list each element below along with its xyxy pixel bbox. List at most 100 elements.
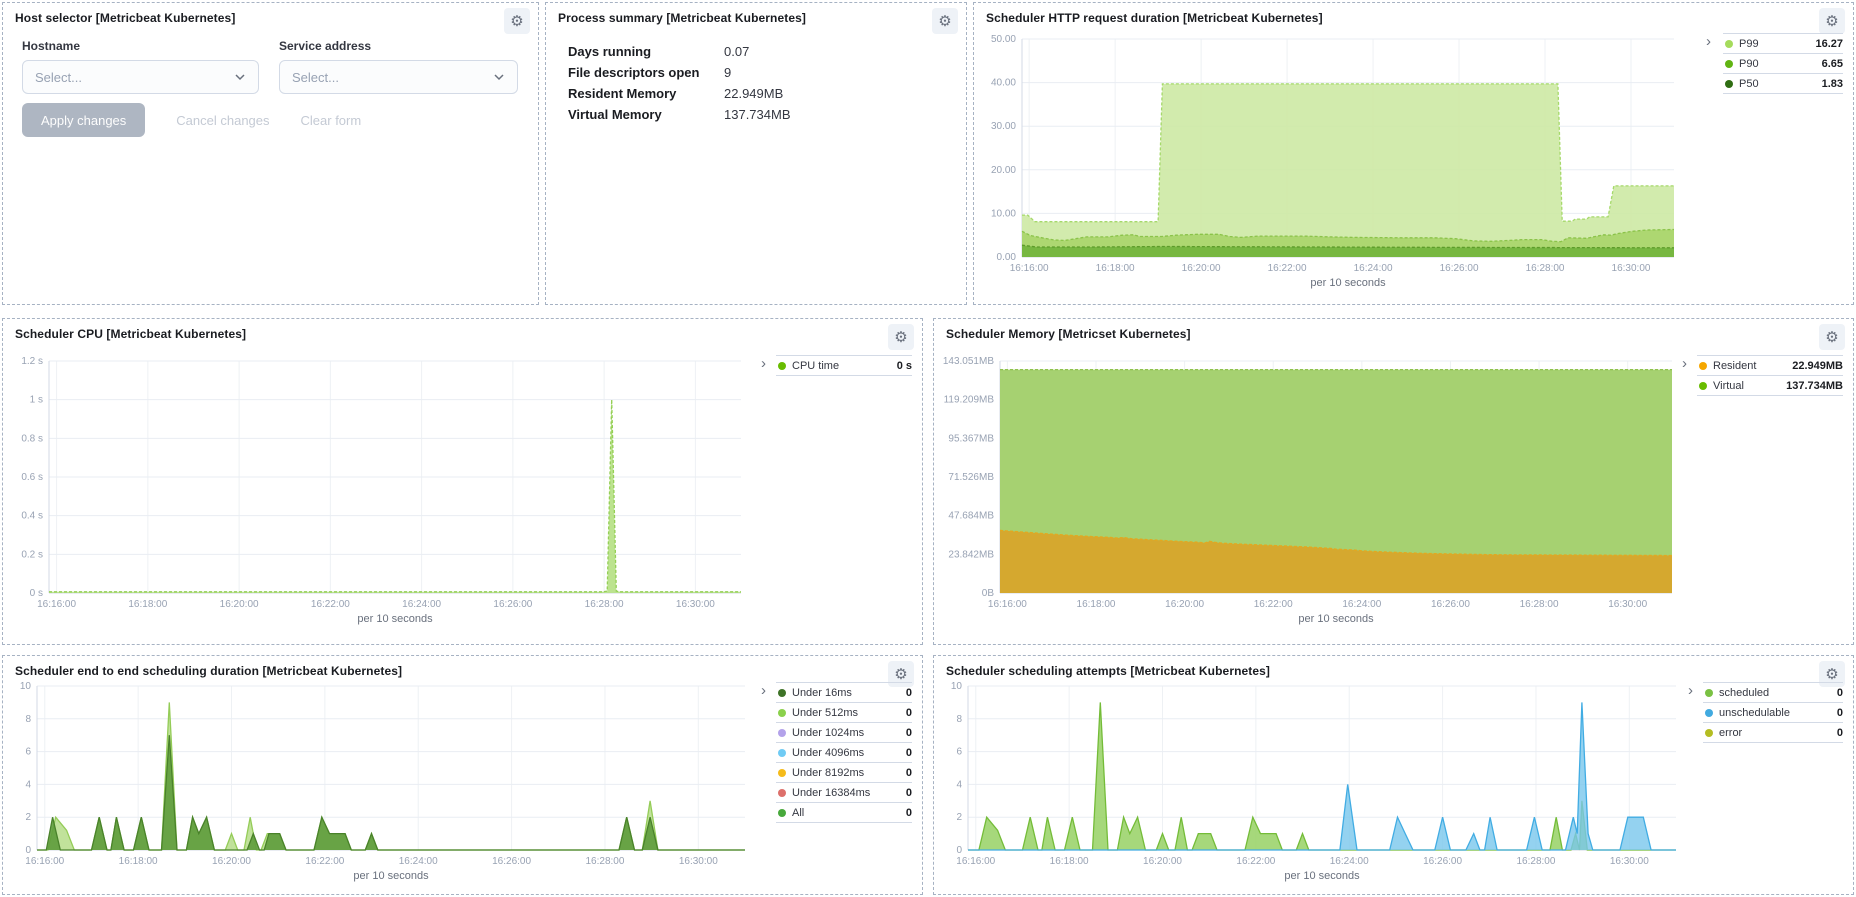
svg-text:16:16:00: 16:16:00 [25,856,64,867]
legend-label: error [1719,727,1831,739]
legend-collapse-chevron[interactable]: › [761,357,766,371]
hostname-select[interactable]: Select... [22,60,259,94]
legend-collapse-chevron[interactable]: › [761,684,766,698]
legend-row[interactable]: Under 512ms 0 [776,703,912,723]
legend-label: Under 16384ms [792,787,900,799]
svg-text:4: 4 [956,779,962,790]
service-address-label: Service address [279,39,518,53]
chart-legend: CPU time0 s [776,355,912,376]
chart-legend: P9916.27P906.65P501.83 [1723,33,1843,94]
legend-color-dot [778,749,786,757]
svg-text:16:24:00: 16:24:00 [1342,599,1381,610]
svg-text:0.4 s: 0.4 s [21,511,43,522]
chart-svg: 024681016:16:0016:18:0016:20:0016:22:001… [5,678,753,890]
legend-value: 0 [906,707,912,719]
legend-row[interactable]: Virtual137.734MB [1697,376,1843,396]
legend-color-dot [1699,362,1707,370]
cpu-chart[interactable]: 0 s0.2 s0.4 s0.6 s0.8 s1 s1.2 s16:16:001… [5,353,749,639]
panel-settings-button[interactable]: ⚙ [504,8,530,34]
table-row: File descriptors open 9 [568,62,791,83]
svg-text:1 s: 1 s [30,395,43,406]
svg-text:16:18:00: 16:18:00 [1050,856,1089,867]
legend-collapse-chevron[interactable]: › [1706,35,1711,49]
legend-row[interactable]: Under 16384ms 0 [776,783,912,803]
apply-changes-button[interactable]: Apply changes [22,103,145,137]
svg-text:20.00: 20.00 [991,165,1016,176]
svg-text:50.00: 50.00 [991,34,1016,45]
svg-text:16:28:00: 16:28:00 [1520,599,1559,610]
panel-settings-button[interactable]: ⚙ [1819,324,1845,350]
legend-row[interactable]: P906.65 [1723,54,1843,74]
legend-row[interactable]: P9916.27 [1723,34,1843,54]
memory-chart[interactable]: 0B23.842MB47.684MB71.526MB95.367MB119.20… [936,353,1680,639]
legend-color-dot [1699,382,1707,390]
legend-row[interactable]: Under 4096ms0 [776,743,912,763]
svg-text:16:24:00: 16:24:00 [1354,263,1393,274]
legend-label: Under 512ms [792,707,900,719]
panel-title: Host selector [Metricbeat Kubernetes] [15,11,235,25]
panel-settings-button[interactable]: ⚙ [932,8,958,34]
service-address-select-placeholder: Select... [292,70,339,85]
scheduling-attempts-chart[interactable]: 024681016:16:0016:18:0016:20:0016:22:001… [936,678,1684,890]
legend-row[interactable]: Resident22.949MB [1697,356,1843,376]
clear-form-button[interactable]: Clear form [301,113,362,128]
legend-value: 1.83 [1822,78,1843,90]
legend-row[interactable]: scheduled0 [1703,683,1843,703]
panel-settings-button[interactable]: ⚙ [1819,8,1845,34]
panel-title: Scheduler HTTP request duration [Metricb… [986,11,1323,25]
svg-text:1.2 s: 1.2 s [21,356,43,367]
service-address-select[interactable]: Select... [279,60,518,94]
legend-row[interactable]: CPU time0 s [776,356,912,376]
legend-collapse-chevron[interactable]: › [1682,357,1687,371]
e2e-duration-chart[interactable]: 024681016:16:0016:18:0016:20:0016:22:001… [5,678,753,890]
svg-text:16:28:00: 16:28:00 [585,856,624,867]
gear-icon: ⚙ [894,328,907,346]
svg-text:16:24:00: 16:24:00 [399,856,438,867]
metric-label: Resident Memory [568,86,724,101]
legend-label: All [792,807,900,819]
legend-value: 6.65 [1822,58,1843,70]
legend-row[interactable]: unschedulable0 [1703,703,1843,723]
svg-text:per 10 seconds: per 10 seconds [353,870,429,882]
svg-text:16:22:00: 16:22:00 [1236,856,1275,867]
svg-text:16:16:00: 16:16:00 [956,856,995,867]
svg-text:16:16:00: 16:16:00 [988,599,1027,610]
panel-http-request-duration: Scheduler HTTP request duration [Metricb… [973,2,1854,305]
svg-text:16:22:00: 16:22:00 [1254,599,1293,610]
svg-text:10: 10 [20,681,32,692]
legend-row[interactable]: Under 16ms0 [776,683,912,703]
legend-row[interactable]: P501.83 [1723,74,1843,94]
legend-label: Resident [1713,360,1786,372]
legend-row[interactable]: Under 1024ms0 [776,723,912,743]
panel-settings-button[interactable]: ⚙ [888,324,914,350]
svg-text:16:20:00: 16:20:00 [212,856,251,867]
svg-text:0.00: 0.00 [997,252,1017,263]
svg-text:10: 10 [951,681,963,692]
svg-text:16:18:00: 16:18:00 [128,599,167,610]
legend-label: Under 8192ms [792,767,900,779]
svg-text:0B: 0B [982,588,995,599]
table-row: Days running 0.07 [568,41,791,62]
gear-icon: ⚙ [1825,12,1838,30]
svg-text:8: 8 [25,714,31,725]
legend-row[interactable]: Under 8192ms0 [776,763,912,783]
table-row: Virtual Memory 137.734MB [568,104,791,125]
svg-text:16:26:00: 16:26:00 [492,856,531,867]
cancel-changes-button[interactable]: Cancel changes [176,113,269,128]
panel-title: Scheduler scheduling attempts [Metricbea… [946,664,1270,678]
svg-text:6: 6 [25,747,31,758]
svg-text:per 10 seconds: per 10 seconds [357,613,433,625]
svg-text:0.2 s: 0.2 s [21,549,43,560]
http-duration-chart[interactable]: 0.0010.0020.0030.0040.0050.0016:16:0016:… [976,29,1682,301]
legend-row[interactable]: error0 [1703,723,1843,743]
panel-title: Scheduler CPU [Metricbeat Kubernetes] [15,327,246,341]
legend-color-dot [1725,60,1733,68]
legend-collapse-chevron[interactable]: › [1688,684,1693,698]
legend-row[interactable]: All0 [776,803,912,823]
svg-text:95.367MB: 95.367MB [948,433,994,444]
chevron-down-icon [234,71,246,83]
legend-value: 0 [906,787,912,799]
chart-legend: Under 16ms0Under 512ms0Under 1024ms0Unde… [776,682,912,823]
svg-text:0 s: 0 s [30,588,43,599]
legend-label: Under 1024ms [792,727,900,739]
